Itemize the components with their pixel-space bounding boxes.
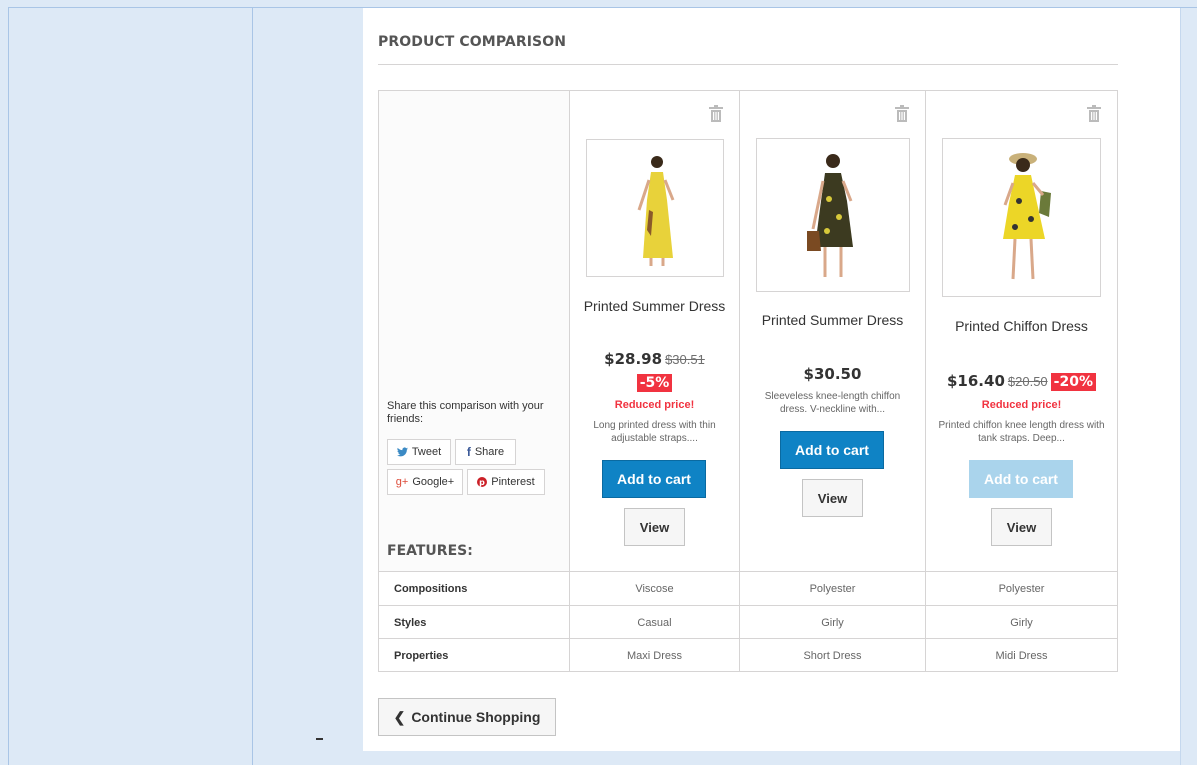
- feature-value: Casual: [570, 606, 740, 639]
- facebook-icon: f: [466, 445, 471, 459]
- left-sidebar-column: [8, 8, 253, 765]
- tweet-label: Tweet: [411, 446, 442, 458]
- dress-model-image: [807, 154, 853, 277]
- features-heading: FEATURES:: [387, 543, 473, 559]
- feature-value: Midi Dress: [995, 649, 1048, 662]
- feature-name: Compositions: [379, 572, 570, 605]
- product-image[interactable]: [586, 139, 724, 277]
- discount-badge: -20%: [1050, 373, 1096, 391]
- feature-value: Short Dress: [740, 639, 926, 672]
- feature-name: Styles: [379, 606, 570, 639]
- product-price: $28.98: [604, 350, 663, 368]
- twitter-icon: [396, 447, 408, 457]
- feature-value: Maxi Dress: [570, 639, 740, 672]
- svg-text:p: p: [479, 478, 485, 487]
- old-price: $20.50: [1007, 374, 1048, 389]
- view-button[interactable]: View: [624, 508, 685, 546]
- google-plus-icon: g+: [395, 476, 409, 488]
- share-cell: Share this comparison with your friends:…: [379, 91, 570, 571]
- product-column-1: Printed Summer Dress $28.98 $30.51 -5% R…: [570, 91, 740, 571]
- product-image[interactable]: [942, 138, 1101, 297]
- feature-row-compositions: Compositions Viscose Polyester Polyester: [379, 571, 1117, 605]
- reduced-price-label: Reduced price!: [981, 399, 1062, 411]
- feature-value: Girly: [740, 606, 926, 639]
- add-to-cart-button[interactable]: Add to cart: [780, 431, 884, 469]
- discount-badge: -5%: [636, 374, 673, 392]
- feature-row-styles: Styles Casual Girly Girly: [379, 605, 1117, 639]
- product-price: $30.50: [803, 365, 862, 383]
- trash-icon[interactable]: [894, 105, 910, 123]
- comparison-table: Share this comparison with your friends:…: [378, 90, 1118, 672]
- add-to-cart-button[interactable]: Add to cart: [602, 460, 706, 498]
- product-name[interactable]: Printed Summer Dress: [578, 296, 731, 316]
- product-name[interactable]: Printed Chiffon Dress: [934, 316, 1109, 336]
- product-image[interactable]: [756, 138, 910, 292]
- dress-model-image: [637, 156, 675, 266]
- reduced-price-label: Reduced price!: [614, 399, 695, 411]
- trash-icon[interactable]: [708, 105, 724, 123]
- chevron-left-icon: ❮: [393, 708, 406, 725]
- feature-value: Viscose: [570, 572, 740, 605]
- product-description: Printed chiffon knee length dress with t…: [938, 420, 1105, 444]
- feature-name: Properties: [379, 639, 570, 672]
- product-column-3: Printed Chiffon Dress $16.40 $20.50 -20%…: [926, 91, 1117, 571]
- add-to-cart-button-disabled: Add to cart: [969, 460, 1073, 498]
- price-row: $30.50: [740, 365, 925, 383]
- pinterest-icon: p: [477, 477, 488, 487]
- feature-value: Polyester: [740, 572, 926, 605]
- facebook-share-button[interactable]: f Share: [455, 439, 516, 465]
- share-label: Share: [474, 446, 505, 458]
- product-description: Long printed dress with thin adjustable …: [593, 420, 716, 444]
- discount-row: -5%: [570, 374, 739, 392]
- view-button[interactable]: View: [802, 479, 863, 517]
- tweet-button[interactable]: Tweet: [387, 439, 451, 465]
- stray-dash: [316, 738, 323, 740]
- old-price: $30.51: [665, 352, 705, 367]
- product-column-2: Printed Summer Dress $30.50 Sleeveless k…: [740, 91, 926, 571]
- product-name[interactable]: Printed Summer Dress: [748, 310, 917, 330]
- google-label: Google+: [412, 476, 455, 488]
- share-text: Share this comparison with your friends:: [387, 400, 544, 425]
- view-button[interactable]: View: [991, 508, 1052, 546]
- feature-value: Girly: [1010, 616, 1033, 629]
- product-description: Sleeveless knee-length chiffon dress. V-…: [764, 391, 901, 415]
- pinterest-label: Pinterest: [491, 476, 535, 488]
- right-gutter-column: [1180, 8, 1197, 765]
- pinterest-button[interactable]: p Pinterest: [467, 469, 545, 495]
- feature-row-properties: Properties Maxi Dress Short Dress Midi D…: [379, 638, 1117, 672]
- google-plus-button[interactable]: g+ Google+: [387, 469, 463, 495]
- comparison-panel: PRODUCT COMPARISON Share this comparison…: [363, 8, 1180, 751]
- product-price: $16.40: [947, 372, 1005, 390]
- heading-divider: [378, 64, 1118, 65]
- left-gutter-column: [253, 8, 363, 765]
- price-row: $16.40 $20.50 -20%: [926, 372, 1117, 391]
- dress-model-image: [1003, 153, 1051, 280]
- page-title: PRODUCT COMPARISON: [378, 34, 567, 50]
- trash-icon[interactable]: [1086, 105, 1102, 123]
- continue-shopping-button[interactable]: ❮ Continue Shopping: [378, 698, 556, 736]
- feature-value: Polyester: [998, 582, 1045, 595]
- price-row: $28.98 $30.51: [570, 350, 739, 368]
- continue-shopping-label: Continue Shopping: [411, 709, 541, 725]
